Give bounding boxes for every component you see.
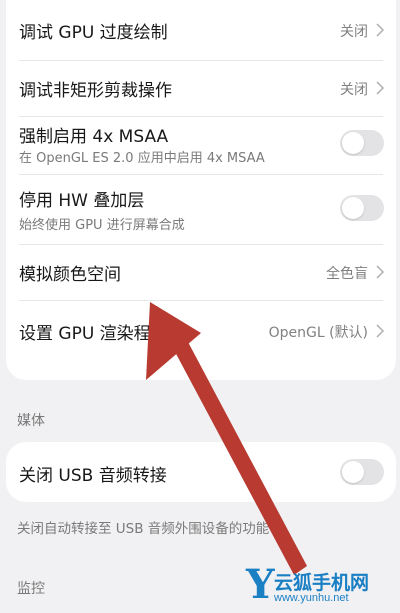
- toggle-knob: [342, 461, 364, 483]
- row-value: 关闭: [340, 82, 368, 98]
- row-subtitle: 在 OpenGL ES 2.0 应用中启用 4x MSAA: [19, 151, 265, 166]
- row-title: 调试非矩形剪裁操作: [19, 81, 172, 101]
- disable-usb-audio-routing-toggle[interactable]: [340, 459, 384, 485]
- gpu-renderer-row[interactable]: 设置 GPU 渲染程序 OpenGL (默认): [6, 300, 396, 360]
- debug-non-rect-clip-row[interactable]: 调试非矩形剪裁操作 关闭: [6, 60, 396, 116]
- row-value: 关闭: [340, 24, 368, 40]
- disable-hw-overlays-toggle[interactable]: [340, 195, 384, 221]
- row-title: 调试 GPU 过度绘制: [19, 23, 168, 43]
- graphics-settings-card: 调试 GPU 过度绘制 关闭 调试非矩形剪裁操作 关闭 强制启用 4x MSAA…: [6, 0, 396, 380]
- usb-audio-note: 关闭自动转接至 USB 音频外围设备的功能: [17, 521, 270, 537]
- watermark-logo-letter: Y: [246, 561, 275, 608]
- row-value: OpenGL (默认): [268, 325, 368, 341]
- developer-options-screen: 调试 GPU 过度绘制 关闭 调试非矩形剪裁操作 关闭 强制启用 4x MSAA…: [0, 0, 400, 613]
- row-title: 强制启用 4x MSAA: [19, 127, 169, 147]
- row-title: 设置 GPU 渲染程序: [19, 324, 168, 344]
- watermark-url: www.yunhu.net: [274, 592, 349, 604]
- row-title: 模拟颜色空间: [19, 265, 121, 285]
- row-title: 关闭 USB 音频转接: [19, 466, 167, 486]
- watermark-name: 云狐手机网: [274, 572, 370, 594]
- force-4x-msaa-toggle[interactable]: [340, 130, 384, 156]
- section-label-media: 媒体: [17, 413, 45, 429]
- toggle-knob: [342, 132, 364, 154]
- toggle-knob: [342, 197, 364, 219]
- chevron-right-icon: [376, 23, 385, 37]
- row-value: 全色盲: [326, 266, 368, 282]
- row-title: 停用 HW 叠加层: [19, 191, 145, 211]
- force-4x-msaa-row: 强制启用 4x MSAA 在 OpenGL ES 2.0 应用中启用 4x MS…: [6, 116, 396, 174]
- row-subtitle: 始终使用 GPU 进行屏幕合成: [19, 218, 185, 233]
- media-settings-card: 关闭 USB 音频转接: [6, 442, 396, 502]
- chevron-right-icon: [376, 265, 385, 279]
- chevron-right-icon: [376, 324, 385, 338]
- disable-usb-audio-routing-row: 关闭 USB 音频转接: [6, 442, 396, 502]
- chevron-right-icon: [376, 81, 385, 95]
- disable-hw-overlays-row: 停用 HW 叠加层 始终使用 GPU 进行屏幕合成: [6, 174, 396, 244]
- section-label-monitor: 监控: [17, 581, 45, 597]
- debug-gpu-overdraw-row[interactable]: 调试 GPU 过度绘制 关闭: [6, 0, 396, 60]
- simulate-color-space-row[interactable]: 模拟颜色空间 全色盲: [6, 244, 396, 300]
- site-watermark: Y 云狐手机网 www.yunhu.net: [244, 563, 394, 609]
